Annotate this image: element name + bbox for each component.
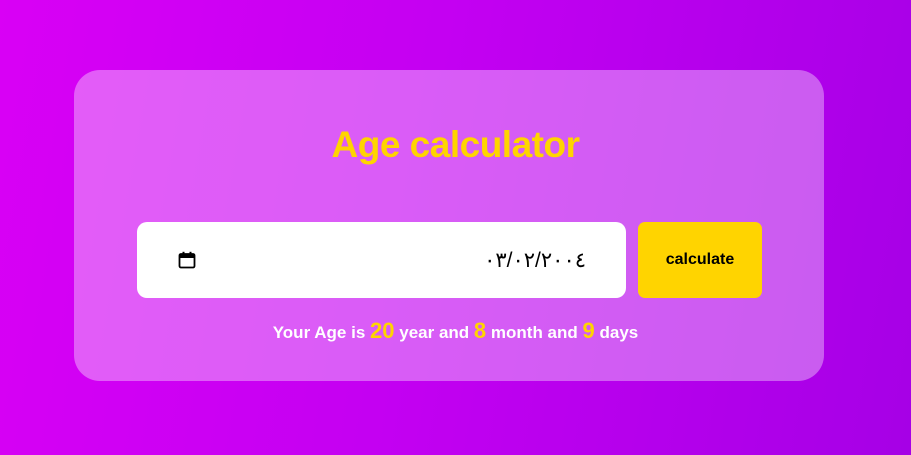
result-years: 20 xyxy=(370,318,395,343)
age-result: Your Age is 20 year and 8 month and 9 da… xyxy=(0,318,911,344)
result-prefix: Your Age is xyxy=(272,323,366,342)
calendar-icon[interactable] xyxy=(178,251,196,269)
result-months: 8 xyxy=(473,318,487,343)
birthdate-input[interactable]: ٠٣/٠٢/٢٠٠٤ xyxy=(137,222,626,298)
result-years-label: year and xyxy=(399,323,470,342)
result-months-label: month and xyxy=(490,323,578,342)
page-title: Age calculator xyxy=(331,124,580,165)
result-days-label: days xyxy=(599,323,639,342)
input-row: ٠٣/٠٢/٢٠٠٤ calculate xyxy=(137,222,762,298)
result-days: 9 xyxy=(582,318,595,343)
calculate-button[interactable]: calculate xyxy=(638,222,762,298)
birthdate-value: ٠٣/٠٢/٢٠٠٤ xyxy=(484,249,586,272)
